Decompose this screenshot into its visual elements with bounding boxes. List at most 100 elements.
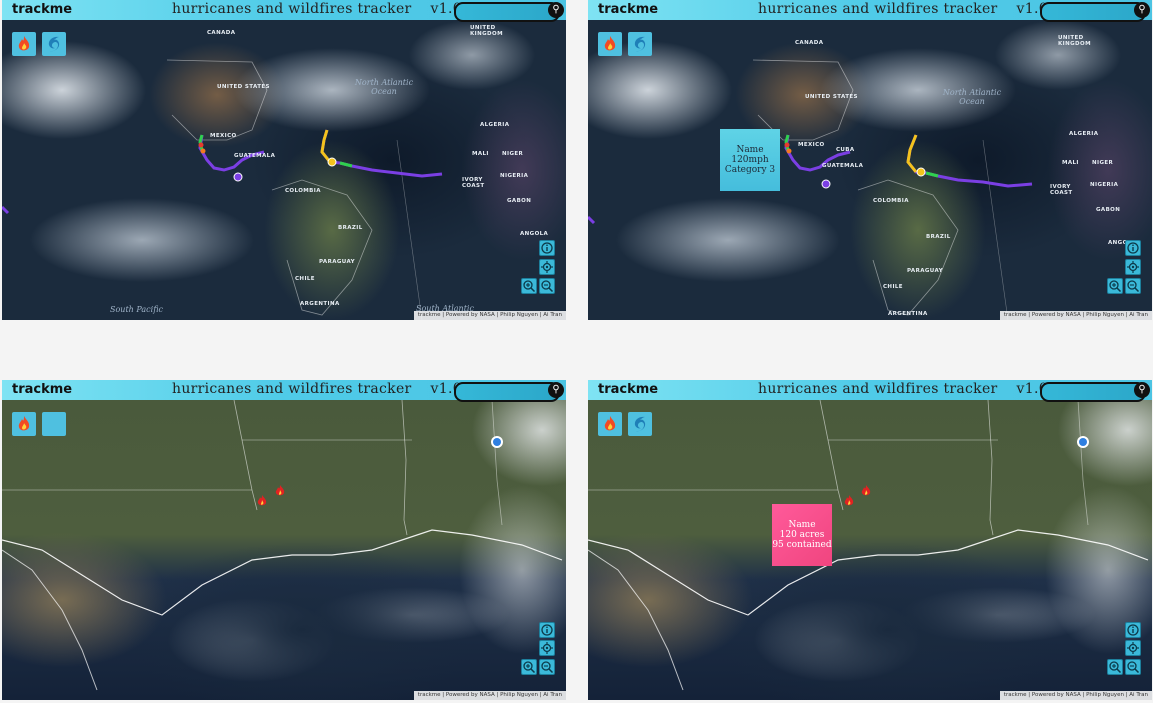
fire-layer-button[interactable] [12,32,36,56]
map-label-algeria: ALGERIA [480,122,510,128]
header-bar: trackme hurricanes and wildfires tracker… [588,380,1152,402]
hurricane-layer-button[interactable] [42,32,66,56]
map-label-guatemala: GUATEMALA [822,163,864,169]
hurricane-track-east-green [339,161,353,168]
fire-layer-button[interactable] [12,412,36,436]
zoom-in-button[interactable] [1107,659,1123,675]
app-title: hurricanes and wildfires tracker v1.0 [758,1,1048,17]
locate-button[interactable] [1125,640,1141,656]
search-input[interactable] [454,2,560,22]
panel-wildfire-popup-view: trackme hurricanes and wildfires tracker… [588,380,1152,700]
map-label-north-atlantic: North Atlantic Ocean [354,78,414,96]
satellite-map[interactable] [588,400,1152,700]
locate-button[interactable] [539,259,555,275]
wildfire-marker[interactable] [257,495,267,507]
zoom-out-button[interactable] [539,659,555,675]
state-borders [491,400,503,526]
hurricane-track-east-yellow [906,134,918,173]
location-marker[interactable] [1076,435,1090,449]
hurricane-track-east-yellow [320,129,332,163]
zoom-out-button[interactable] [1125,659,1141,675]
map-label-canada: CANADA [795,40,824,46]
hurricane-track-edge [588,215,596,225]
satellite-map[interactable]: CANADA UNITED STATES MEXICO GUATEMALA CO… [2,20,566,320]
zoom-in-button[interactable] [1107,278,1123,294]
search-icon[interactable]: ⚲ [1134,382,1150,398]
brand-logo[interactable]: trackme [12,2,72,17]
brand-logo[interactable]: trackme [598,2,658,17]
brand-logo[interactable]: trackme [598,382,658,397]
app-title: hurricanes and wildfires tracker v1.0 [758,381,1048,397]
attribution-footer: trackme | Powered by NASA | Philip Nguye… [413,311,566,320]
zoom-in-button[interactable] [521,659,537,675]
map-label-gabon: GABON [507,198,532,204]
locate-button[interactable] [1125,259,1141,275]
map-label-gabon: GABON [1096,207,1121,213]
map-overlay [2,400,563,691]
app-title: hurricanes and wildfires tracker v1.0 [172,381,462,397]
coastline-texas [588,549,684,691]
zoom-out-icon [1127,280,1140,293]
state-borders [401,400,408,536]
search-input[interactable] [454,382,560,402]
map-label-chile: CHILE [883,284,903,290]
map-label-ivory-coast: IVORY COAST [462,177,485,189]
hurricane-track-node [198,142,204,148]
location-marker[interactable] [490,435,504,449]
hurricane-info-popup[interactable]: Name 120mph Category 3 [720,129,780,191]
map-label-ivory-coast: IVORY COAST [1050,184,1073,196]
attribution-footer: trackme | Powered by NASA | Philip Nguye… [413,691,566,700]
fire-layer-button[interactable] [598,32,622,56]
search-input[interactable] [1040,382,1146,402]
info-button[interactable] [1125,622,1141,638]
header-bar: trackme hurricanes and wildfires tracker… [2,380,566,402]
info-icon [541,624,553,636]
hurricane-icon [48,36,60,52]
map-label-algeria: ALGERIA [1069,131,1099,137]
locate-icon [541,261,553,273]
zoom-in-button[interactable] [521,278,537,294]
map-label-uk: UNITED KINGDOM [470,25,503,37]
satellite-map[interactable] [2,400,566,700]
state-borders [819,400,844,511]
wildfire-marker[interactable] [861,485,871,497]
brand-logo[interactable]: trackme [12,382,72,397]
hurricane-layer-button[interactable] [628,412,652,436]
info-icon [1127,242,1139,254]
search-icon[interactable]: ⚲ [548,2,564,18]
wildfire-marker[interactable] [275,485,285,497]
map-label-usa: UNITED STATES [217,84,270,90]
map-label-brazil: BRAZIL [926,234,951,240]
map-label-paraguay: PARAGUAY [319,259,355,265]
zoom-out-button[interactable] [1125,278,1141,294]
wildfire-marker[interactable] [844,495,854,507]
info-icon [1127,624,1139,636]
state-borders [233,400,258,511]
locate-button[interactable] [539,640,555,656]
wildfire-info-popup[interactable]: Name 120 acres 95 contained [772,504,832,566]
meridian-line [982,139,1009,320]
info-button[interactable] [539,622,555,638]
popup-name: Name [788,520,816,530]
hurricane-marker [916,167,926,177]
hurricane-marker [327,157,337,167]
info-button[interactable] [539,240,555,256]
map-label-brazil: BRAZIL [338,225,363,231]
hurricane-layer-button[interactable] [42,412,66,436]
hurricane-track-east [320,129,443,178]
hurricane-track-east-green [925,171,939,178]
search-input[interactable] [1040,2,1146,22]
hurricane-layer-button[interactable] [628,32,652,56]
zoom-out-button[interactable] [539,278,555,294]
header-bar: trackme hurricanes and wildfires tracker… [588,0,1152,22]
map-label-mali: MALI [1062,160,1079,166]
app-title: hurricanes and wildfires tracker v1.0 [172,1,462,17]
fire-layer-button[interactable] [598,412,622,436]
info-button[interactable] [1125,240,1141,256]
map-label-guatemala: GUATEMALA [234,153,276,159]
search-icon[interactable]: ⚲ [1134,2,1150,18]
meridian-line [396,139,423,320]
search-icon[interactable]: ⚲ [548,382,564,398]
map-label-mali: MALI [472,151,489,157]
satellite-map[interactable]: CANADA UNITED STATES MEXICO CUBA GUATEMA… [588,20,1152,320]
